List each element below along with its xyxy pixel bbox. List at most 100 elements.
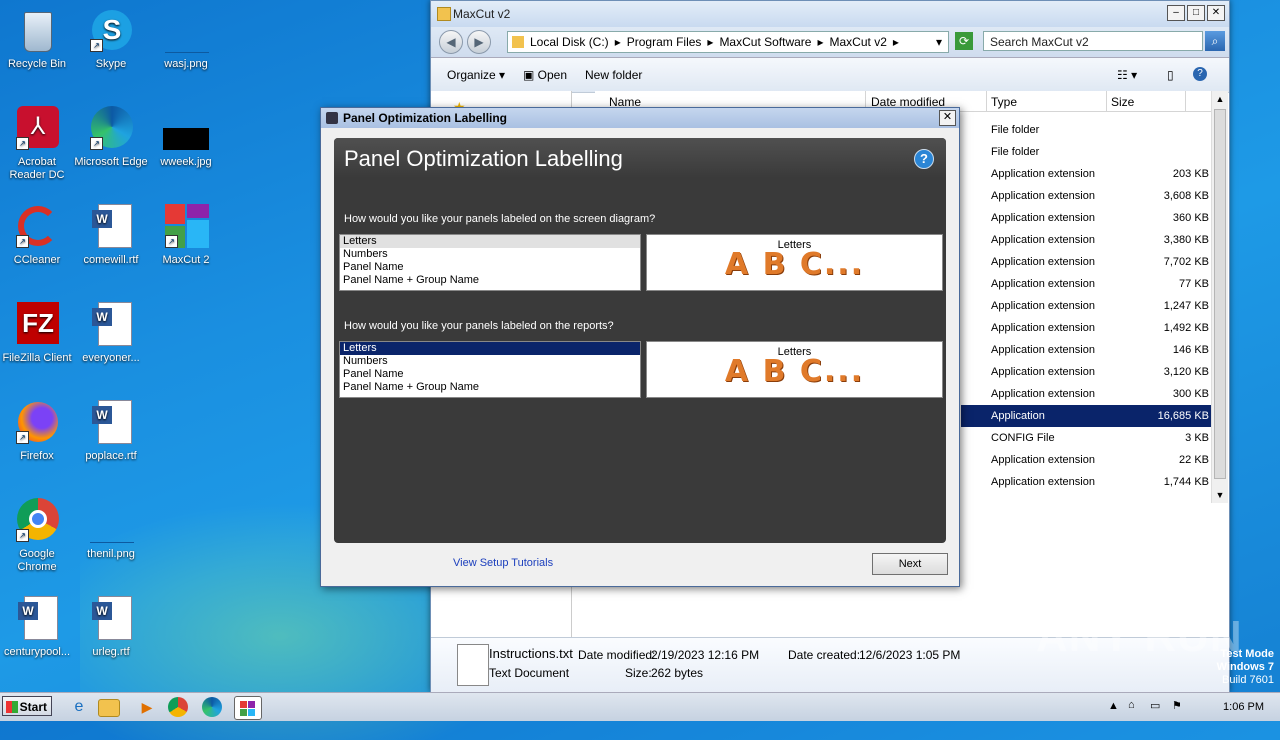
breadcrumb-local-disk[interactable]: Local Disk (C:) <box>530 35 609 49</box>
listbox-option[interactable]: Panel Name <box>340 368 640 381</box>
listbox-option[interactable]: Panel Name + Group Name <box>340 381 640 394</box>
back-button[interactable]: ◀ <box>439 30 463 54</box>
listbox-option[interactable]: Numbers <box>340 248 640 261</box>
details-filetype: Text Document <box>489 666 570 680</box>
next-button[interactable]: Next <box>872 553 948 575</box>
explorer-titlebar[interactable]: MaxCut v2 – □ ✕ <box>431 1 1229 27</box>
desktop-icon-comewill[interactable]: W comewill.rtf <box>74 204 148 267</box>
chrome-taskbar-icon[interactable] <box>168 697 188 717</box>
column-size[interactable]: Size <box>1111 95 1134 109</box>
table-row[interactable]: File folder <box>961 141 1213 163</box>
desktop-icon-wasj[interactable]: wasj.png <box>149 8 223 71</box>
desktop-icon-poplace[interactable]: W poplace.rtf <box>74 400 148 463</box>
image-file-icon <box>163 106 209 152</box>
panel-optimization-dialog: Panel Optimization Labelling ✕ Panel Opt… <box>320 107 960 587</box>
view-setup-tutorials-link[interactable]: View Setup Tutorials <box>453 557 553 569</box>
dialog-close-button[interactable]: ✕ <box>939 110 956 126</box>
search-icon[interactable]: ⌕ <box>1205 31 1225 51</box>
view-options-icon[interactable]: ☷ ▾ <box>1117 68 1137 82</box>
organize-button[interactable]: Organize ▾ <box>447 68 505 82</box>
listbox-option[interactable]: Letters <box>340 235 640 248</box>
help-icon[interactable]: ? <box>914 149 934 169</box>
maxcut-icon: ↗ <box>163 204 209 250</box>
desktop-icon-centurypool[interactable]: W centurypool... <box>0 596 74 659</box>
preview-pane-icon[interactable]: ▯ <box>1167 68 1174 82</box>
table-row[interactable]: Application extension 22 KB <box>961 449 1213 471</box>
table-row[interactable]: Application extension 77 KB <box>961 273 1213 295</box>
system-tray: ▲ ⌂ ▭ ⚑ 1:06 PM <box>1100 693 1280 721</box>
monitor-icon[interactable]: ▭ <box>1150 699 1160 712</box>
table-row[interactable]: Application extension 3,380 KB <box>961 229 1213 251</box>
table-row[interactable]: Application extension 3,120 KB <box>961 361 1213 383</box>
desktop-icon-acrobat[interactable]: ⅄ ↗ Acrobat Reader DC <box>0 106 74 182</box>
desktop-icon-wweek[interactable]: wweek.jpg <box>149 106 223 169</box>
breadcrumb-maxcut-v2[interactable]: MaxCut v2 <box>830 35 887 49</box>
forward-button[interactable]: ▶ <box>467 30 491 54</box>
open-button[interactable]: ▣ Open <box>523 68 567 82</box>
listbox-option[interactable]: Panel Name <box>340 261 640 274</box>
table-row[interactable]: Application extension 203 KB <box>961 163 1213 185</box>
table-row[interactable]: Application extension 146 KB <box>961 339 1213 361</box>
row-type: File folder <box>991 146 1040 158</box>
maxcut-taskbar-icon[interactable] <box>234 696 262 720</box>
listbox-option[interactable]: Letters <box>340 342 640 355</box>
desktop-icon-skype[interactable]: S ↗ Skype <box>74 8 148 71</box>
table-row[interactable]: Application extension 3,608 KB <box>961 185 1213 207</box>
breadcrumb-program-files[interactable]: Program Files <box>627 35 702 49</box>
media-player-icon[interactable]: ▶ <box>134 696 160 718</box>
table-row[interactable]: Application extension 300 KB <box>961 383 1213 405</box>
clock[interactable]: 1:06 PM <box>1223 701 1264 713</box>
search-input[interactable]: Search MaxCut v2 <box>983 31 1203 51</box>
new-folder-button[interactable]: New folder <box>585 68 642 82</box>
flag-icon[interactable]: ⚑ <box>1172 699 1182 712</box>
dialog-titlebar[interactable]: Panel Optimization Labelling ✕ <box>321 108 959 128</box>
preview-letters: A B C... <box>724 247 865 282</box>
table-row[interactable]: Application extension 360 KB <box>961 207 1213 229</box>
scroll-up-icon[interactable]: ▲ <box>1212 91 1228 107</box>
table-row[interactable]: Application extension 1,247 KB <box>961 295 1213 317</box>
tray-expand-icon[interactable]: ▲ <box>1108 700 1119 712</box>
scroll-thumb[interactable] <box>1214 109 1226 479</box>
start-button[interactable]: Start <box>2 696 52 716</box>
listbox-option[interactable]: Panel Name + Group Name <box>340 274 640 287</box>
edge-taskbar-icon[interactable] <box>202 697 222 717</box>
desktop-icon-everyoner[interactable]: W everyoner... <box>74 302 148 365</box>
question-screen-diagram: How would you like your panels labeled o… <box>344 213 656 225</box>
address-bar[interactable]: Local Disk (C:) ▸ Program Files ▸ MaxCut S… <box>507 31 949 53</box>
table-row[interactable]: Application extension 1,744 KB <box>961 471 1213 493</box>
row-size: 3,380 KB <box>1163 234 1209 246</box>
listbox-option[interactable]: Numbers <box>340 355 640 368</box>
desktop-icon-chrome[interactable]: ↗ Google Chrome <box>0 498 74 574</box>
screen-label-listbox[interactable]: Letters Numbers Panel Name Panel Name + … <box>339 234 641 291</box>
explorer-taskbar-icon[interactable] <box>98 699 120 717</box>
table-row[interactable]: CONFIG File 3 KB <box>961 427 1213 449</box>
scroll-down-icon[interactable]: ▼ <box>1212 487 1228 503</box>
ie-icon[interactable]: e <box>66 696 92 718</box>
table-row[interactable]: File folder <box>961 119 1213 141</box>
breadcrumb-maxcut-software[interactable]: MaxCut Software <box>719 35 811 49</box>
desktop-icon-ccleaner[interactable]: ↗ CCleaner <box>0 204 74 267</box>
help-icon[interactable]: ? <box>1193 67 1207 81</box>
command-bar: Organize ▾ ▣ Open New folder ☷ ▾ ▯ ? <box>431 58 1229 93</box>
minimize-button[interactable]: – <box>1167 5 1185 21</box>
address-dropdown-icon[interactable]: ▾ <box>936 35 942 49</box>
report-label-listbox[interactable]: Letters Numbers Panel Name Panel Name + … <box>339 341 641 398</box>
desktop-icon-firefox[interactable]: ↗ Firefox <box>0 400 74 463</box>
windows-logo-icon <box>6 701 18 713</box>
network-icon[interactable]: ⌂ <box>1128 699 1135 711</box>
table-row[interactable]: Application 16,685 KB <box>961 405 1213 427</box>
vertical-scrollbar[interactable]: ▲ ▼ <box>1211 91 1228 503</box>
desktop-icon-filezilla[interactable]: FZ FileZilla Client <box>0 302 74 365</box>
close-button[interactable]: ✕ <box>1207 5 1225 21</box>
desktop-icon-urleg[interactable]: W urleg.rtf <box>74 596 148 659</box>
edge-icon: ↗ <box>88 106 134 152</box>
table-row[interactable]: Application extension 1,492 KB <box>961 317 1213 339</box>
table-row[interactable]: Application extension 7,702 KB <box>961 251 1213 273</box>
maximize-button[interactable]: □ <box>1187 5 1205 21</box>
desktop-icon-recycle-bin[interactable]: Recycle Bin <box>0 8 74 71</box>
desktop-icon-maxcut[interactable]: ↗ MaxCut 2 <box>149 204 223 267</box>
desktop-icon-thenil[interactable]: thenil.png <box>74 498 148 561</box>
refresh-icon[interactable]: ⟳ <box>955 32 973 50</box>
column-type[interactable]: Type <box>991 95 1017 109</box>
desktop-icon-edge[interactable]: ↗ Microsoft Edge <box>74 106 148 169</box>
